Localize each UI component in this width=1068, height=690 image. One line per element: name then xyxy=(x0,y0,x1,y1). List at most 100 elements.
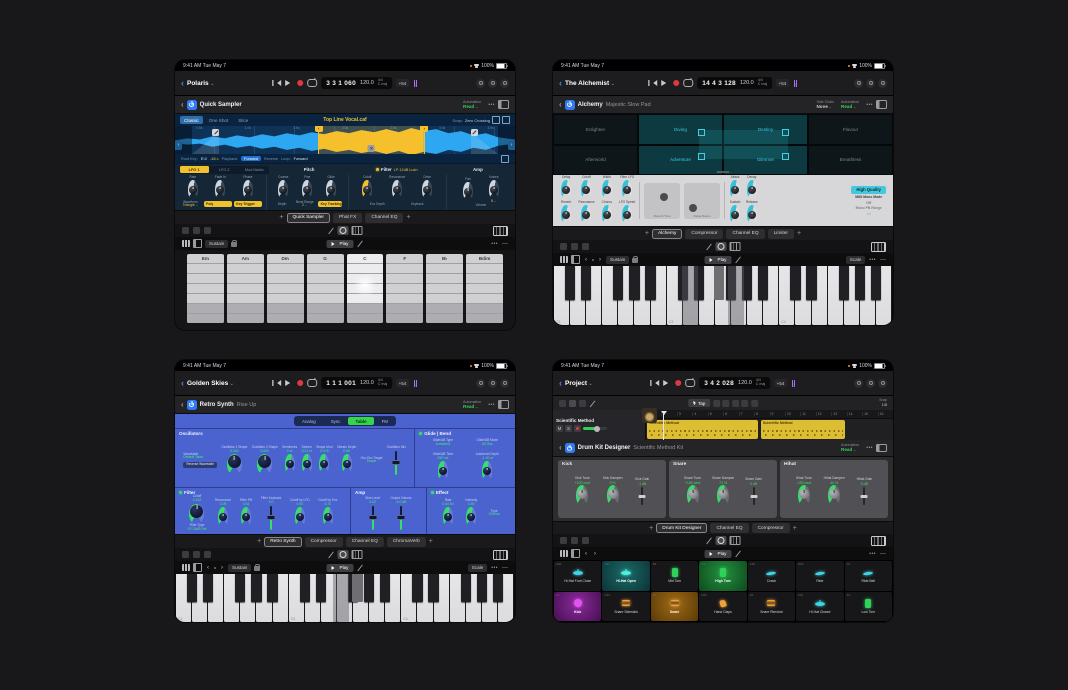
cycle-button[interactable] xyxy=(683,79,693,87)
project-name[interactable]: Polaris xyxy=(187,80,214,87)
drum-knob[interactable]: Kick Dampen0 % xyxy=(603,477,623,506)
glide-setting[interactable]: Glide/AB TypeAutobend xyxy=(422,439,463,447)
xy-pad[interactable]: Reverb Time xyxy=(644,183,680,219)
loop-mode-value[interactable]: Forward xyxy=(294,157,308,161)
sampler-control[interactable]: Key Trigger xyxy=(234,201,262,207)
octave-down-button[interactable]: ‹ xyxy=(583,551,589,557)
glide-knob[interactable]: Autobend Depth-1.20 st xyxy=(467,453,508,481)
plugin-chain-item[interactable]: Channel EQ xyxy=(726,229,764,239)
black-key[interactable] xyxy=(364,574,374,602)
plugin-chain-item[interactable]: Drum Kit Designer xyxy=(656,523,707,533)
list-icon[interactable] xyxy=(204,227,211,234)
drum-gain-slider[interactable]: Kick Gain-1 dB xyxy=(635,478,649,505)
oscillator-knob[interactable]: Vibrato Depth0.68 xyxy=(337,446,356,474)
loop-end-handle[interactable]: › xyxy=(420,126,428,132)
high-quality-button[interactable]: High Quality xyxy=(851,186,886,194)
lcd-display[interactable]: 3 4 2 028 120.0 4/4C maj xyxy=(699,377,770,389)
piano-keyboard[interactable]: C2 C3 C4 xyxy=(175,574,515,622)
glide-led[interactable] xyxy=(419,432,422,435)
project-name[interactable]: The Alchemist xyxy=(565,80,615,87)
record-button[interactable] xyxy=(297,80,303,86)
tuner-icon[interactable] xyxy=(413,80,418,87)
mixer-icon[interactable] xyxy=(866,379,875,388)
record-button[interactable] xyxy=(673,80,679,86)
plugin-back-chevron[interactable]: ‹ xyxy=(559,101,562,109)
oscillator-knob[interactable]: Oscillator 2 Shape0.000 xyxy=(252,446,278,474)
go-to-beginning-button[interactable] xyxy=(272,380,279,386)
plugin-preset[interactable]: Rise Up xyxy=(237,402,257,408)
alchemy-knob[interactable]: Width xyxy=(599,176,615,200)
sampler-knob[interactable]: Voices8 xyxy=(487,176,500,203)
black-key[interactable] xyxy=(806,266,816,300)
more-icon[interactable]: ••• xyxy=(488,102,495,108)
plugin-back-chevron[interactable]: ‹ xyxy=(181,401,184,409)
filter-knob[interactable]: Resonance0.05 xyxy=(215,499,231,527)
black-key[interactable] xyxy=(629,266,639,300)
sampler-control[interactable]: Volume xyxy=(474,204,487,208)
black-key[interactable] xyxy=(493,574,503,602)
play-transport-button[interactable] xyxy=(285,80,293,86)
keyboard-panel-icon[interactable] xyxy=(493,226,508,236)
edit-pencil-icon[interactable] xyxy=(734,256,741,263)
chord-strip[interactable]: Am xyxy=(227,254,264,323)
window-mode-icon[interactable] xyxy=(498,400,509,409)
count-badge[interactable]: +54 xyxy=(396,79,409,87)
solo-button[interactable]: S xyxy=(565,425,572,432)
black-key[interactable] xyxy=(758,266,768,300)
piano-icon[interactable] xyxy=(352,550,363,559)
filter-keytrack-slider[interactable]: Filter Keytrack0.0 xyxy=(261,497,281,530)
more-options-icon[interactable] xyxy=(878,379,887,388)
settings-icon[interactable] xyxy=(854,79,863,88)
filter-led[interactable] xyxy=(376,168,379,171)
sampler-knob[interactable]: Resonance xyxy=(384,176,411,200)
alchemy-knob[interactable]: LFO Speed xyxy=(619,201,635,225)
engine-tab[interactable]: Analog xyxy=(295,417,323,425)
cutoff-knob[interactable]: Cutoff0.162Filter TypeLP 24dB Fat xyxy=(188,495,207,531)
glide-knob[interactable]: Glide/AB Time250 ms xyxy=(422,453,463,481)
plugin-chain-item[interactable]: Compressor xyxy=(752,523,790,533)
plugin-chain-item[interactable]: Phat FX xyxy=(333,213,362,223)
keyboard-panel-icon[interactable] xyxy=(871,536,886,546)
lcd-display[interactable]: 1 1 1 001 120.0 4/4C maj xyxy=(321,377,392,389)
envelope-knob[interactable]: Attack xyxy=(729,176,741,200)
engine-tab[interactable]: Table xyxy=(348,417,373,425)
piano-icon[interactable] xyxy=(730,242,741,251)
mixer-view-icon[interactable] xyxy=(569,400,576,407)
mute-button[interactable]: M xyxy=(556,425,563,432)
loop-start-handle[interactable]: ‹ xyxy=(315,126,323,132)
lock-icon[interactable] xyxy=(632,258,638,263)
drum-knob[interactable]: Snare Dampen71 % xyxy=(712,477,734,506)
octave-up-button[interactable]: › xyxy=(219,565,225,571)
octave-up-button[interactable]: › xyxy=(597,257,603,263)
plugin-power-button[interactable] xyxy=(565,100,575,110)
sample-file-name[interactable]: Top Line Vocal.caf xyxy=(323,117,366,123)
more-icon[interactable]: ••• xyxy=(866,445,873,451)
pencil-icon[interactable] xyxy=(328,551,335,558)
sampler-control[interactable]: Bend Range2 xyxy=(295,201,313,208)
go-to-beginning-button[interactable] xyxy=(650,380,657,386)
transform-pad-cell[interactable]: Breathless xyxy=(808,145,893,176)
black-key[interactable] xyxy=(428,574,438,602)
more-options-icon[interactable] xyxy=(500,379,509,388)
plugin-power-button[interactable] xyxy=(187,100,197,110)
loop-brackets-icon[interactable] xyxy=(501,155,509,163)
chord-strip[interactable]: Bdim xyxy=(466,254,503,323)
transform-pad-selection[interactable] xyxy=(699,130,787,159)
drum-kit-track-icon[interactable] xyxy=(642,408,657,423)
more-icon[interactable]: ••• xyxy=(488,402,495,408)
chord-strip[interactable]: Dm xyxy=(267,254,304,323)
black-key[interactable] xyxy=(251,574,261,602)
pressed-white-key[interactable] xyxy=(728,266,744,325)
sampler-knob[interactable]: Coarse xyxy=(274,176,292,200)
envelope-knob[interactable]: Decay xyxy=(746,176,758,200)
fade-in-handle[interactable] xyxy=(212,129,219,136)
chord-strip[interactable]: Em xyxy=(187,254,224,323)
drum-knob[interactable]: Snare Tune+150 cent xyxy=(684,477,701,506)
octave-up-button[interactable]: › xyxy=(592,551,598,557)
pressed-black-key[interactable] xyxy=(352,574,362,602)
keyboard-panel-icon[interactable] xyxy=(493,550,508,560)
collapse-icon[interactable]: — xyxy=(502,565,508,571)
drum-gain-slider[interactable]: Hihat Gain0 dB xyxy=(857,478,873,505)
settings-icon[interactable] xyxy=(476,379,485,388)
black-key[interactable] xyxy=(187,574,197,602)
